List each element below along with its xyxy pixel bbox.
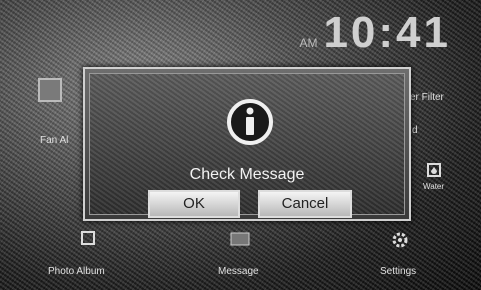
check-message-dialog: Check Message OK Cancel xyxy=(83,67,411,221)
settings-icon[interactable] xyxy=(390,230,410,255)
fan-label[interactable]: Fan Al xyxy=(40,135,68,146)
right-mid-label: d xyxy=(412,125,418,136)
water-icon[interactable] xyxy=(425,162,443,183)
photo-album-label[interactable]: Photo Album xyxy=(48,266,105,277)
fan-icon[interactable] xyxy=(38,78,62,102)
info-icon xyxy=(227,99,273,145)
message-icon[interactable] xyxy=(230,232,250,251)
cancel-button[interactable]: Cancel xyxy=(258,190,352,218)
clock-time: 10:41 xyxy=(323,8,451,57)
dialog-panel: Check Message OK Cancel xyxy=(89,73,405,218)
photo-album-icon[interactable] xyxy=(80,230,96,251)
clock: AM 10:41 xyxy=(299,8,451,58)
ok-button[interactable]: OK xyxy=(148,190,240,218)
clock-ampm: AM xyxy=(299,36,318,50)
settings-label[interactable]: Settings xyxy=(380,266,416,277)
filter-label[interactable]: er Filter xyxy=(410,92,444,103)
water-label[interactable]: Water xyxy=(423,182,444,191)
dialog-message: Check Message xyxy=(189,166,305,183)
home-screen: AM 10:41 Fan Al er Filter d Water Photo … xyxy=(0,0,481,290)
message-label[interactable]: Message xyxy=(218,266,259,277)
